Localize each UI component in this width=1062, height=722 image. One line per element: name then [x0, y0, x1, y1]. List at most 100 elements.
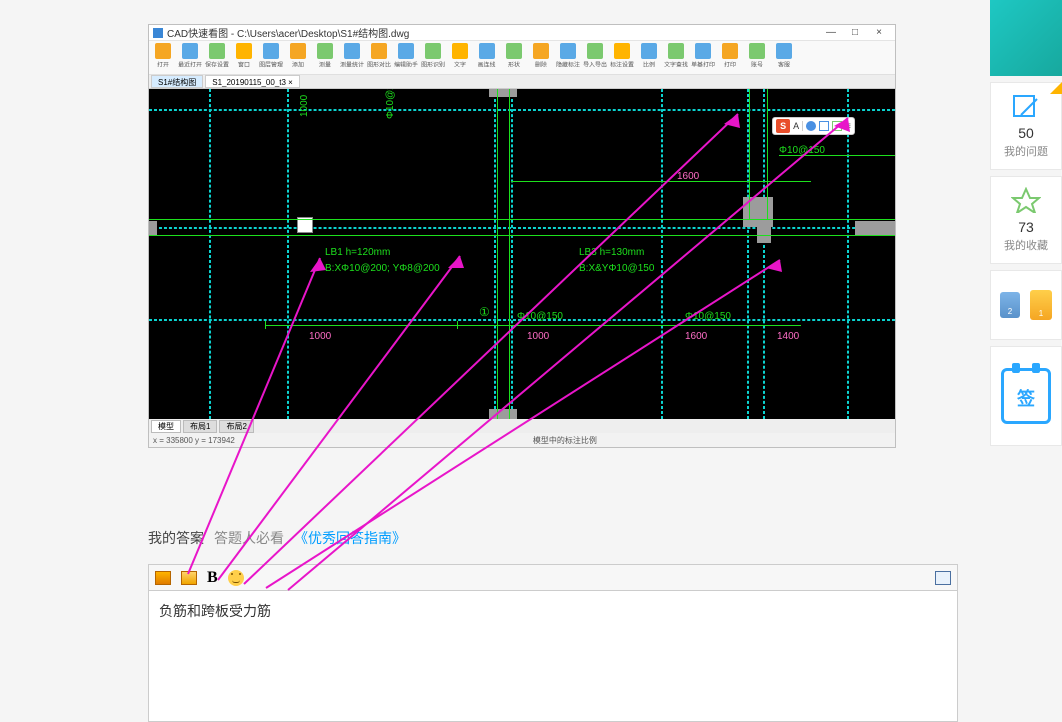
layout2-tab[interactable]: 布局2 — [219, 420, 253, 433]
toolbar-icon — [398, 43, 414, 59]
dim-1600-b: 1600 — [677, 171, 699, 182]
toolbar-保存设置[interactable]: 保存设置 — [203, 41, 230, 70]
badges-card[interactable] — [990, 270, 1062, 340]
toolbar-添加[interactable]: 添加 — [284, 41, 311, 70]
cad-drawing-canvas[interactable]: 1000 Φ10@200 LB1 h=120mm B:XΦ10@200; YΦ8… — [149, 89, 895, 419]
favorites-count: 73 — [1018, 219, 1034, 235]
toolbar-打开[interactable]: 打开 — [149, 41, 176, 70]
right-sidebar: 50 我的问题 73 我的收藏 签 — [990, 0, 1062, 446]
toolbar-隐藏标注[interactable]: 隐藏标注 — [554, 41, 581, 70]
my-answer-label: 我的答案 — [148, 528, 204, 548]
toolbar-标注设置[interactable]: 标注设置 — [608, 41, 635, 70]
settings-icon[interactable] — [832, 121, 842, 131]
toolbar-客服[interactable]: 客服 — [770, 41, 797, 70]
editor-textarea[interactable]: 负筋和跨板受力筋 — [149, 591, 957, 721]
toolbar-画连线[interactable]: 画连线 — [473, 41, 500, 70]
circle-1: ① — [479, 305, 490, 319]
toolbar-icon — [533, 43, 549, 59]
file-sub-tab[interactable]: S1_20190115_00_t3 × — [205, 75, 300, 88]
toolbar-icon — [668, 43, 684, 59]
mic-icon[interactable] — [806, 121, 816, 131]
model-tab[interactable]: 模型 — [151, 420, 181, 433]
questions-label: 我的问题 — [1004, 143, 1048, 159]
toolbar-编辑助手[interactable]: 编辑助手 — [392, 41, 419, 70]
toolbar-icon — [560, 43, 576, 59]
phi10-200: Φ10@200 — [385, 89, 396, 119]
keyboard-icon[interactable] — [819, 121, 829, 131]
toolbar-icon — [614, 43, 630, 59]
toolbar-label: 单基打印 — [691, 61, 715, 70]
toolbar-图形对比[interactable]: 图形对比 — [365, 41, 392, 70]
toolbar-比例[interactable]: 比例 — [635, 41, 662, 70]
phi10-150-b: Φ10@150 — [685, 311, 731, 322]
insert-image-icon[interactable] — [155, 571, 171, 585]
toolbar-测量[interactable]: 测量 — [311, 41, 338, 70]
toolbar-icon — [236, 43, 252, 59]
sidebar-banner[interactable] — [990, 0, 1062, 76]
toolbar-icon — [209, 43, 225, 59]
toolbar-图层管理[interactable]: 图层管理 — [257, 41, 284, 70]
toolbar-label: 添加 — [292, 61, 304, 70]
my-questions-card[interactable]: 50 我的问题 — [990, 82, 1062, 170]
ime-floating-toolbar[interactable]: S A ≡ — [772, 117, 855, 135]
toolbar-文字[interactable]: 文字 — [446, 41, 473, 70]
toolbar-label: 最近打开 — [178, 61, 202, 70]
toolbar-导入导出[interactable]: 导入导出 — [581, 41, 608, 70]
toolbar-label: 图层管理 — [259, 61, 283, 70]
lb1-spec: B:XΦ10@200; YΦ8@200 — [325, 263, 440, 274]
dim-1000-b: 1000 — [527, 331, 549, 342]
toolbar-图形识别[interactable]: 图形识别 — [419, 41, 446, 70]
toolbar-label: 保存设置 — [205, 61, 229, 70]
my-favorites-card[interactable]: 73 我的收藏 — [990, 176, 1062, 264]
toolbar-形状[interactable]: 形状 — [500, 41, 527, 70]
toolbar-icon — [182, 43, 198, 59]
window-title: CAD快速看图 - C:\Users\acer\Desktop\S1#结构图.d… — [167, 25, 409, 40]
ime-menu-icon[interactable]: ≡ — [845, 121, 851, 132]
toolbar-icon — [155, 43, 171, 59]
dim-1000-v1: 1000 — [299, 95, 310, 117]
minimize-button[interactable]: — — [819, 27, 843, 38]
fullscreen-icon[interactable] — [935, 571, 951, 585]
toolbar-单基打印[interactable]: 单基打印 — [689, 41, 716, 70]
toolbar-窗口[interactable]: 窗口 — [230, 41, 257, 70]
phi10-150-c: Φ10@150 — [779, 145, 825, 156]
toolbar-文字查找[interactable]: 文字查找 — [662, 41, 689, 70]
bold-button[interactable]: B — [207, 569, 218, 587]
toolbar-打印[interactable]: 打印 — [716, 41, 743, 70]
lb3-label: LB3 h=130mm — [579, 247, 644, 258]
maximize-button[interactable]: □ — [843, 27, 867, 38]
toolbar-最近打开[interactable]: 最近打开 — [176, 41, 203, 70]
cad-titlebar: CAD快速看图 - C:\Users\acer\Desktop\S1#结构图.d… — [149, 25, 895, 41]
questions-count: 50 — [1018, 125, 1034, 141]
toolbar-label: 测量 — [319, 61, 331, 70]
emoji-icon[interactable] — [228, 570, 244, 586]
toolbar-删除[interactable]: 删除 — [527, 41, 554, 70]
star-icon — [1011, 187, 1041, 213]
toolbar-账号[interactable]: 账号 — [743, 41, 770, 70]
toolbar-label: 删除 — [535, 61, 547, 70]
status-mid: 模型中的标注比例 — [235, 435, 895, 446]
lb3-spec: B:X&YΦ10@150 — [579, 263, 654, 274]
cad-app-window: CAD快速看图 - C:\Users\acer\Desktop\S1#结构图.d… — [148, 24, 896, 448]
corner-badge-icon — [1050, 80, 1062, 94]
layout1-tab[interactable]: 布局1 — [183, 420, 217, 433]
toolbar-icon — [506, 43, 522, 59]
toolbar-label: 客服 — [778, 61, 790, 70]
toolbar-label: 打印 — [724, 61, 736, 70]
sign-in-card[interactable]: 签 — [990, 346, 1062, 446]
toolbar-icon — [776, 43, 792, 59]
close-button[interactable]: × — [867, 27, 891, 38]
toolbar-label: 形状 — [508, 61, 520, 70]
answer-guide-link[interactable]: 《优秀回答指南》 — [294, 528, 406, 548]
cad-space-tabs: 模型 布局1 布局2 — [149, 419, 895, 433]
phi10-150-a: Φ10@150 — [517, 311, 563, 322]
toolbar-测量统计[interactable]: 测量统计 — [338, 41, 365, 70]
toolbar-label: 图形对比 — [367, 61, 391, 70]
sign-text: 签 — [1004, 385, 1048, 411]
ime-mode: A — [793, 121, 799, 131]
file-tab[interactable]: S1#结构图 — [151, 75, 203, 88]
insert-image2-icon[interactable] — [181, 571, 197, 585]
cad-status-bar: x = 335800 y = 173942 模型中的标注比例 — [149, 433, 895, 447]
status-coords: x = 335800 y = 173942 — [153, 436, 235, 445]
toolbar-icon — [344, 43, 360, 59]
